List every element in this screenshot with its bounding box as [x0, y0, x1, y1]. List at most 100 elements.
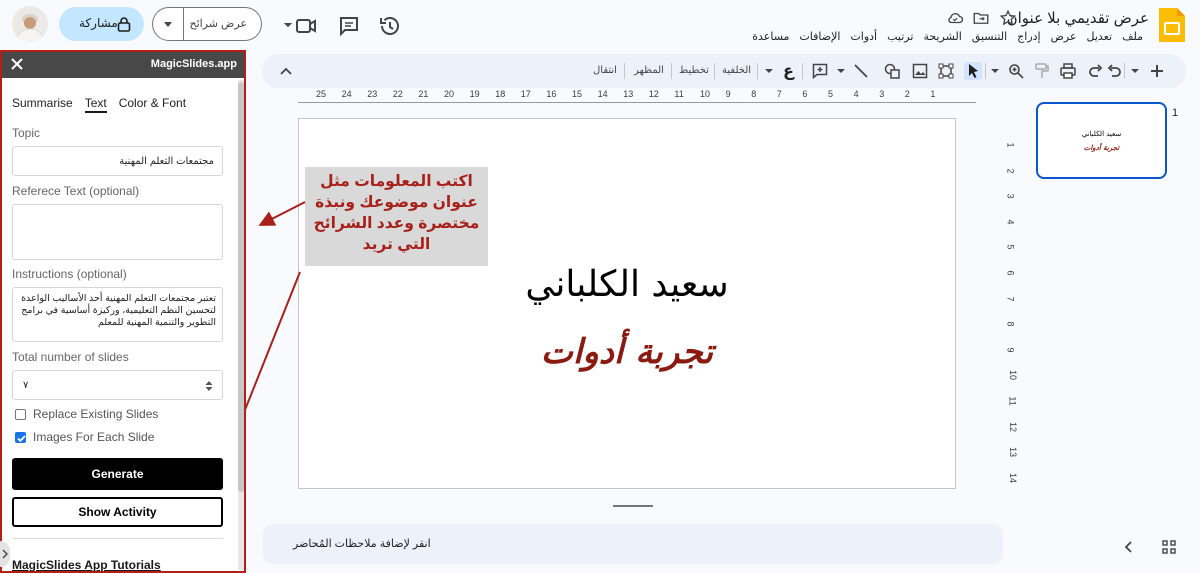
vertical-ruler: 1 2 3 4 5 6 7 8 9 10 11 12 13 14 [1000, 118, 1022, 490]
cloud-status-icon[interactable] [946, 9, 964, 27]
menu-bar: ملف تعديل عرض إدراج التنسيق الشريحة ترتي… [747, 30, 1148, 43]
slides-count-label: Total number of slides [12, 350, 129, 364]
slide-number: 1 [1172, 107, 1179, 119]
grid-view-icon[interactable] [1161, 539, 1177, 555]
slides-logo-icon[interactable] [1157, 6, 1187, 44]
slideshow-button[interactable]: عرض شرائح [152, 7, 262, 41]
panel-header: MagicSlides.app [2, 52, 244, 78]
move-folder-icon[interactable] [972, 9, 990, 27]
menu-tools[interactable]: أدوات [845, 30, 882, 43]
replace-slides-checkbox[interactable] [15, 409, 26, 420]
paint-format-icon[interactable] [1034, 63, 1050, 79]
line-icon[interactable] [853, 63, 869, 79]
ruler-tick-label: 12 [648, 89, 659, 99]
ruler-tick-label: 19 [469, 89, 480, 99]
share-button[interactable]: مشاركة [59, 7, 144, 41]
chevron-down-icon[interactable] [836, 63, 846, 79]
chevron-down-icon[interactable] [764, 63, 774, 79]
layout-button[interactable]: تخطيط [679, 65, 709, 76]
chevron-down-icon[interactable] [1130, 63, 1140, 79]
image-icon[interactable] [912, 63, 928, 79]
ruler-tick-label: 9 [1005, 347, 1016, 353]
slide-title[interactable]: سعيد الكلباني [299, 264, 955, 305]
select-cursor-icon[interactable] [964, 62, 982, 80]
ruler-tick-label: 14 [1008, 472, 1019, 483]
star-icon[interactable] [999, 9, 1017, 27]
history-icon[interactable] [378, 14, 402, 38]
print-icon[interactable] [1060, 63, 1076, 79]
new-slide-icon[interactable] [1149, 63, 1165, 79]
lock-icon [117, 16, 131, 32]
tab-text[interactable]: Text [84, 96, 107, 113]
stepper-icon[interactable] [204, 379, 214, 393]
ruler-tick-label: 20 [444, 89, 455, 99]
speaker-notes[interactable]: انقر لإضافة ملاحظات المُحاضر [263, 524, 1003, 564]
document-title[interactable]: عرض تقديمي بلا عنوان [1007, 9, 1149, 27]
menu-insert[interactable]: إدراج [1012, 30, 1045, 43]
menu-arrange[interactable]: ترتيب [882, 30, 918, 43]
ruler-tick-label: 1 [930, 89, 936, 99]
ruler-tick-label: 5 [828, 89, 834, 99]
horizontal-ruler: 25 24 23 22 21 20 19 18 17 16 15 14 13 12 11 10 9 8 7 6 5 4 3 2… [298, 89, 976, 103]
ruler-tick-label: 25 [316, 89, 327, 99]
menu-edit[interactable]: تعديل [1082, 30, 1118, 43]
menu-help[interactable]: مساعدة [747, 30, 794, 43]
chevron-down-icon[interactable] [164, 22, 172, 27]
menu-format[interactable]: التنسيق [967, 30, 1012, 43]
ruler-tick-label: 4 [853, 89, 859, 99]
slide-subtitle[interactable]: تجربة أدوات [299, 332, 955, 372]
ruler-tick-label: 7 [776, 89, 782, 99]
redo-icon[interactable] [1088, 63, 1104, 79]
slide-thumbnail[interactable]: سعيد الكلباني تجربة أدوات [1036, 102, 1167, 179]
slideshow-label: عرض شرائح [189, 18, 248, 30]
menu-view[interactable]: عرض [1046, 30, 1082, 43]
menu-slide[interactable]: الشريحة [918, 30, 966, 43]
menu-extensions[interactable]: الإضافات [794, 30, 845, 43]
collapse-toolbar-icon[interactable] [278, 63, 294, 79]
reference-label: Referece Text (optional) [12, 184, 140, 198]
images-checkbox[interactable] [15, 432, 26, 443]
shapes-icon[interactable] [884, 63, 900, 79]
close-icon[interactable] [10, 57, 24, 71]
replace-slides-label: Replace Existing Slides [33, 407, 159, 421]
generate-button[interactable]: Generate [12, 458, 223, 490]
avatar[interactable] [12, 6, 48, 42]
reference-textarea[interactable] [12, 204, 223, 260]
ruler-tick-label: 6 [1005, 270, 1016, 276]
undo-icon[interactable] [1106, 63, 1122, 79]
slides-count-input[interactable]: ٧ [12, 370, 223, 400]
ruler-tick-label: 11 [1007, 396, 1018, 406]
panel-tabs: Summarise Text Color & Font [12, 96, 186, 113]
instructions-label: Instructions (optional) [12, 267, 127, 281]
chevron-down-icon[interactable] [990, 63, 1000, 79]
ruler-tick-label: 6 [802, 89, 808, 99]
instructions-textarea[interactable]: تعتبر مجتمعات التعلم المهنية أحد الأسالي… [12, 287, 223, 342]
ruler-tick-label: 13 [623, 89, 634, 99]
panel-scrollbar-thumb[interactable] [238, 82, 244, 492]
topic-input[interactable]: مجتمعات التعلم المهنية [12, 146, 223, 176]
ruler-tick-label: 8 [1005, 321, 1016, 327]
speaker-notes-placeholder: انقر لإضافة ملاحظات المُحاضر [293, 538, 431, 550]
tutorials-link[interactable]: MagicSlides App Tutorials [12, 558, 161, 572]
menu-file[interactable]: ملف [1117, 30, 1148, 43]
panel-collapse-handle[interactable] [0, 541, 10, 567]
ruler-tick-label: 9 [725, 89, 731, 99]
notes-resize-handle[interactable] [613, 505, 653, 507]
tab-summarise[interactable]: Summarise [12, 96, 73, 113]
meet-icon[interactable] [283, 14, 317, 38]
theme-button[interactable]: المظهر [634, 65, 664, 76]
text-direction-icon[interactable]: ع [783, 61, 794, 81]
ruler-tick-label: 16 [546, 89, 557, 99]
comment-add-icon[interactable] [812, 63, 828, 79]
select-frame-icon[interactable] [938, 63, 954, 79]
chevron-left-icon[interactable] [1121, 539, 1137, 555]
comments-icon[interactable] [337, 14, 361, 38]
show-activity-button[interactable]: Show Activity [12, 497, 223, 527]
background-button[interactable]: الخلفية [722, 65, 751, 76]
tab-color-font[interactable]: Color & Font [119, 96, 186, 113]
transition-button[interactable]: انتقال [593, 65, 617, 76]
annotation-box: اكتب المعلومات مثل عنوان موضوعك ونبذة مخ… [305, 167, 488, 266]
ruler-tick-label: 8 [751, 89, 757, 99]
zoom-icon[interactable] [1008, 63, 1024, 79]
ruler-tick-label: 10 [1008, 370, 1019, 381]
